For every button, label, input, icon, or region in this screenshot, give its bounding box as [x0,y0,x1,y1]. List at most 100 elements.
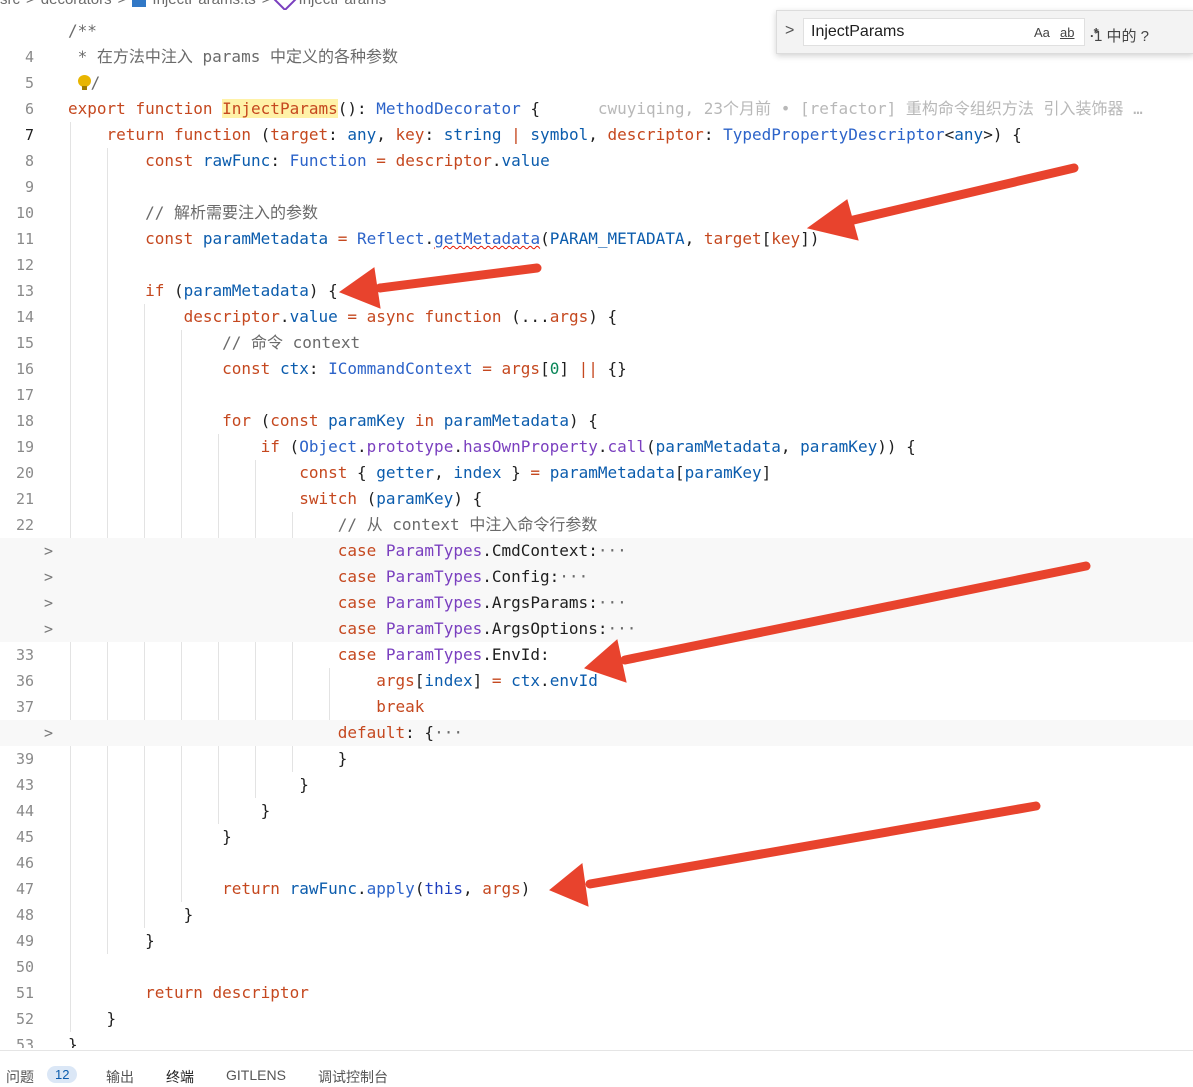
fold-chevron-icon[interactable]: > [44,616,58,642]
code-line[interactable]: 21 const { getter, index } = paramMetada… [0,460,1193,508]
code-line-folded[interactable]: 24 > case ParamTypes.CmdContext:··· [0,538,1193,586]
parameter: target [703,229,762,248]
tab-problems[interactable]: 问题 [6,1067,34,1087]
code-line[interactable]: 51 [0,954,1193,1002]
code-line[interactable]: 53 } [0,1006,1193,1048]
code-line[interactable]: 47 [0,850,1193,898]
code-line[interactable]: 54 } [0,1032,1193,1048]
type-name: symbol [530,125,589,144]
keyword: if [145,281,165,300]
enum-name: ParamTypes [385,593,483,612]
function-call: apply [366,879,415,898]
panel-tab-bar: 问题 12 输出 终端 GITLENS 调试控制台 [0,1050,1193,1085]
folded-code-ellipsis[interactable]: ··· [559,567,588,586]
folded-code-ellipsis[interactable]: ··· [607,619,636,638]
code-editor[interactable]: 4 /** 5 * 在方法中注入 params 中定义的各种参数 6 / 7 e… [0,18,1193,1048]
breadcrumb-file[interactable]: InjectParams.ts [152,0,255,8]
find-input[interactable]: InjectParams Aa ab .* [803,18,1099,46]
keyword: default [337,723,406,742]
doc-comment: / [90,73,101,92]
code-line-folded[interactable]: 33 > case ParamTypes.ArgsOptions:··· [0,616,1193,664]
fold-chevron-icon[interactable]: > [44,564,58,590]
variable: paramMetadata [202,229,329,248]
match-whole-word-button[interactable]: ab [1060,25,1074,40]
keyword: const [299,463,348,482]
code-line[interactable]: 15 descriptor.value = async function (..… [0,304,1193,352]
enum-member: ArgsOptions [491,619,598,638]
variable: rawFunc [289,879,357,898]
breadcrumb-folder-decorators[interactable]: decorators [41,0,112,8]
folded-code-ellipsis[interactable]: ··· [434,723,463,742]
punctuation: { [520,99,541,118]
variable: paramMetadata [443,411,569,430]
code-line[interactable]: 36 case ParamTypes.EnvId: [0,642,1193,690]
code-line[interactable]: 50 } [0,928,1193,976]
code-line[interactable]: 6 / [0,70,1193,118]
code-line[interactable]: 13 [0,252,1193,300]
code-line[interactable]: 38 break [0,694,1193,742]
code-line[interactable]: 7 export function InjectParams(): Method… [0,96,1193,144]
code-line[interactable]: 8 return function (target: any, key: str… [0,122,1193,170]
code-line[interactable]: 16 // 命令 context [0,330,1193,378]
code-line-folded[interactable]: 27 > case ParamTypes.Config:··· [0,564,1193,612]
tab-debug-console[interactable]: 调试控制台 [318,1067,388,1087]
code-line[interactable]: 14 if (paramMetadata) { [0,278,1193,326]
code-line[interactable]: 12 const paramMetadata = Reflect.getMeta… [0,226,1193,274]
parameter: key [395,125,425,144]
comment: // 命令 context [222,333,361,352]
code-line[interactable]: 22 switch (paramKey) { [0,486,1193,534]
find-input-value: InjectParams [811,23,905,40]
code-line[interactable]: 23 // 从 context 中注入命令行参数 [0,512,1193,560]
code-line-folded[interactable]: 30 > case ParamTypes.ArgsParams:··· [0,590,1193,638]
toggle-replace-chevron-icon[interactable]: > [785,22,794,40]
doc-comment: /** [68,21,97,40]
match-case-button[interactable]: Aa [1034,25,1050,40]
variable: paramKey [684,463,762,482]
enum-name: ParamTypes [385,567,483,586]
code-line[interactable]: 17 const ctx: ICommandContext = args[0] … [0,356,1193,404]
code-line[interactable]: 45 } [0,798,1193,846]
function-call-error[interactable]: getMetadata [434,229,540,248]
tab-terminal[interactable]: 终端 [166,1067,194,1087]
enum-name: ParamTypes [385,645,483,664]
tab-output[interactable]: 输出 [106,1067,134,1087]
folded-code-ellipsis[interactable]: ··· [598,593,627,612]
variable: paramKey [328,411,406,430]
folded-code-ellipsis[interactable]: ··· [598,541,627,560]
code-line[interactable]: 18 [0,382,1193,430]
variable: rawFunc [202,151,271,170]
code-line[interactable]: 44 } [0,772,1193,820]
property: envId [549,671,598,690]
keyword: switch [299,489,357,508]
keyword: return [222,879,280,898]
git-blame-annotation[interactable]: cwuyiqing, 23个月前 • [refactor] 重构命令组织方法 引… [598,99,1143,118]
type-name: ICommandContext [328,359,473,378]
code-line[interactable]: 48 return rawFunc.apply(this, args) [0,876,1193,924]
tab-gitlens[interactable]: GITLENS [226,1067,286,1083]
fold-chevron-icon[interactable]: > [44,590,58,616]
code-line-folded[interactable]: 39 > default: {··· [0,720,1193,768]
typescript-file-icon [132,0,147,7]
search-match-highlight: InjectParams [222,99,338,118]
code-line[interactable]: 19 for (const paramKey in paramMetadata)… [0,408,1193,456]
code-line[interactable]: 43 } [0,746,1193,794]
code-line[interactable]: 37 args[index] = ctx.envId [0,668,1193,716]
fold-chevron-icon[interactable]: > [44,720,58,746]
variable: paramMetadata [549,463,675,482]
code-line[interactable]: 49 } [0,902,1193,950]
type-name: Reflect [357,229,425,248]
breadcrumb-folder-src[interactable]: src [0,0,20,8]
code-line[interactable]: 9 const rawFunc: Function = descriptor.v… [0,148,1193,196]
code-line[interactable]: 52 return descriptor [0,980,1193,1028]
lightbulb-icon[interactable] [77,75,91,92]
constant: PARAM_METADATA [549,229,685,248]
fold-chevron-icon[interactable]: > [44,538,58,564]
code-line[interactable]: 20 if (Object.prototype.hasOwnProperty.c… [0,434,1193,482]
breadcrumb-symbol[interactable]: InjectParams [299,0,387,8]
code-line[interactable]: 46 } [0,824,1193,872]
variable: ctx [511,671,541,690]
property: value [289,307,338,326]
variable: paramKey [376,489,454,508]
code-line[interactable]: 10 [0,174,1193,222]
code-line[interactable]: 11 // 解析需要注入的参数 [0,200,1193,248]
